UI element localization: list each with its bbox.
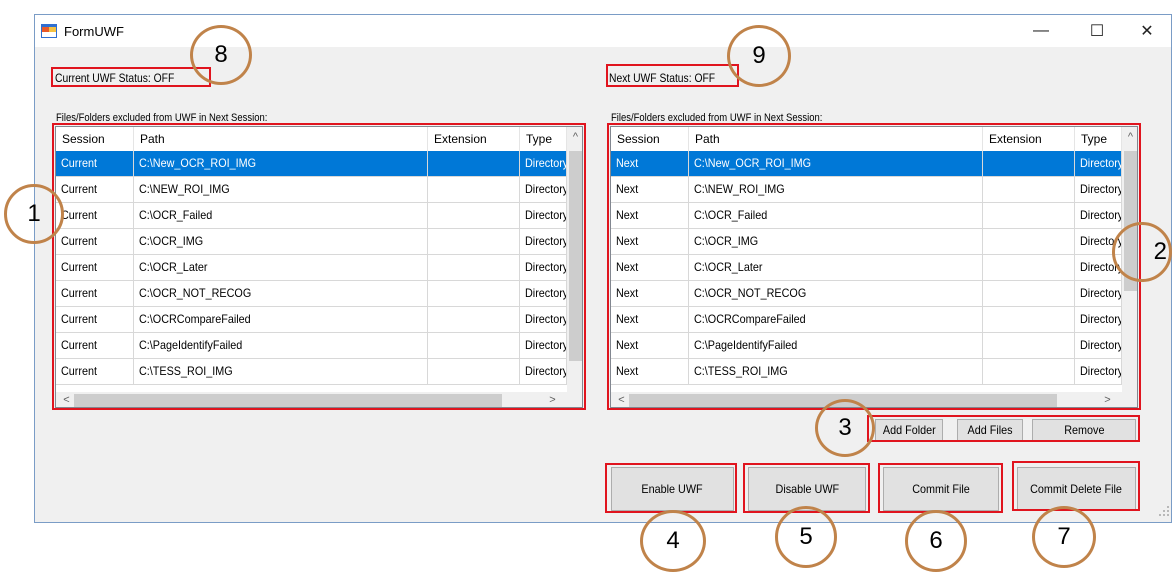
enable-highlight [605,463,737,513]
annotation-number: 5 [799,523,813,550]
status-current-highlight [51,67,211,87]
annotation-marker-2: 2 [1112,222,1172,282]
annotation-number: 9 [752,42,766,69]
minimize-button[interactable]: — [1018,15,1064,47]
close-icon: ✕ [1140,23,1154,40]
grid-right-highlight [607,123,1141,410]
annotation-marker-8: 8 [190,25,252,85]
app-icon [41,24,57,38]
commit-file-highlight [878,463,1003,513]
annotation-marker-4: 4 [640,510,706,572]
annotation-marker-7: 7 [1032,506,1096,568]
file-buttons-highlight [867,415,1140,442]
resize-grip-icon[interactable] [1158,505,1170,517]
status-next-highlight [606,64,739,87]
annotation-number: 4 [666,527,680,554]
annotation-number: 7 [1057,523,1071,550]
grid-left-highlight [52,123,586,410]
commit-delete-highlight [1012,461,1140,511]
annotation-marker-6: 6 [905,510,967,572]
annotation-number: 3 [838,414,852,441]
annotation-marker-3: 3 [815,399,875,457]
close-button[interactable]: ✕ [1124,15,1170,47]
annotation-number: 8 [214,41,228,68]
annotation-number: 1 [27,200,41,227]
annotation-marker-1: 1 [4,184,64,244]
annotation-marker-9: 9 [727,25,791,87]
maximize-button[interactable]: ☐ [1074,15,1120,47]
minimize-icon: — [1033,22,1049,39]
annotation-number: 2 [1153,238,1167,265]
annotation-number: 6 [929,527,943,554]
annotation-marker-5: 5 [775,506,837,568]
window-title: FormUWF [64,24,124,39]
maximize-icon: ☐ [1089,23,1105,40]
